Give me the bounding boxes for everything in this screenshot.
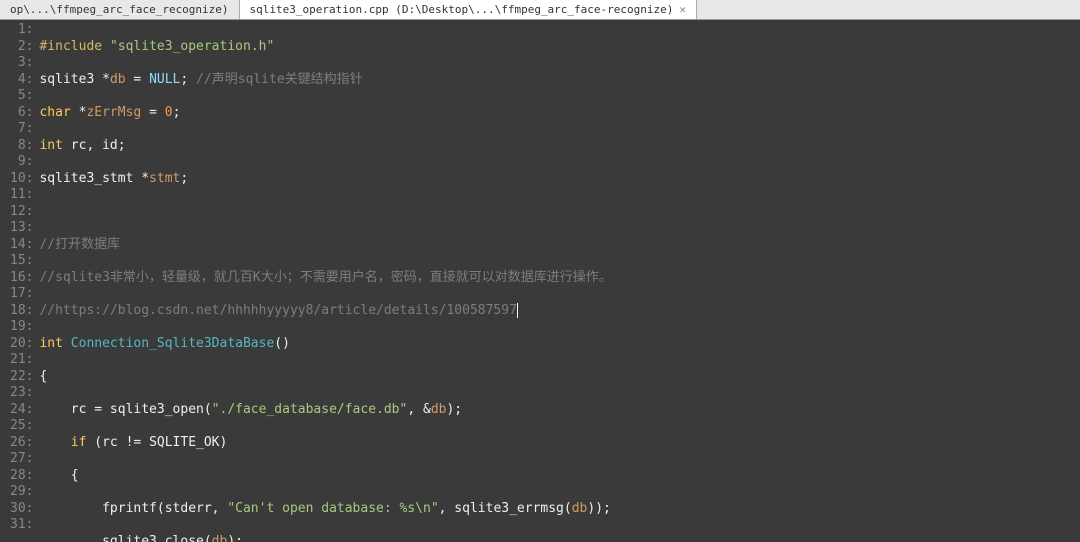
header-str: "sqlite3_operation.h" (110, 39, 274, 54)
tok: rc = sqlite3_open( (39, 402, 211, 417)
var: zErrMsg (86, 105, 141, 120)
comment: //打开数据库 (39, 237, 120, 252)
kw: if (71, 435, 87, 450)
tok: ; (180, 171, 188, 186)
tok: sqlite3 * (39, 72, 109, 87)
tab-inactive[interactable]: op\...\ffmpeg_arc_face_recognize) (0, 0, 240, 19)
tok: sqlite3_stmt * (39, 171, 149, 186)
tok: ; (173, 105, 181, 120)
num: 0 (165, 105, 173, 120)
brace: { (39, 369, 47, 384)
kw: int (39, 336, 62, 351)
text-cursor (517, 303, 518, 318)
tab-label: sqlite3_operation.cpp (D:\Desktop\...\ff… (250, 3, 674, 16)
tab-bar: op\...\ffmpeg_arc_face_recognize) sqlite… (0, 0, 1080, 20)
code-area[interactable]: #include "sqlite3_operation.h" sqlite3 *… (39, 20, 1080, 542)
comment: //https://blog.csdn.net/hhhhhyyyyy8/arti… (39, 303, 516, 318)
tok: ); (227, 534, 243, 542)
tok: (rc != SQLITE_OK) (86, 435, 227, 450)
var: db (431, 402, 447, 417)
tok: , & (407, 402, 430, 417)
null: NULL (149, 72, 180, 87)
tok: fprintf(stderr, (39, 501, 227, 516)
var: db (212, 534, 228, 542)
brace: { (39, 468, 78, 483)
var: stmt (149, 171, 180, 186)
tok: )); (587, 501, 610, 516)
comment: //sqlite3非常小，轻量级，就几百K大小；不需要用户名，密码，直接就可以对… (39, 270, 611, 285)
tok (39, 435, 70, 450)
tok: () (274, 336, 290, 351)
kw: int (39, 138, 62, 153)
comment: //声明sqlite关键结构指针 (196, 72, 363, 87)
tok: * (71, 105, 87, 120)
var: db (572, 501, 588, 516)
line-number-gutter: 1: 2: 3: 4: 5: 6: 7: 8: 9: 10: 11: 12: 1… (0, 20, 39, 542)
tok: ; (180, 72, 196, 87)
tok: ); (446, 402, 462, 417)
var: db (110, 72, 126, 87)
code-editor[interactable]: 1: 2: 3: 4: 5: 6: 7: 8: 9: 10: 11: 12: 1… (0, 20, 1080, 542)
kw: char (39, 105, 70, 120)
tok: = (126, 72, 149, 87)
tok: rc, id; (63, 138, 126, 153)
str: "Can't open database: %s\n" (227, 501, 438, 516)
preproc: #include (39, 39, 102, 54)
tok: = (141, 105, 164, 120)
tab-label: op\...\ffmpeg_arc_face_recognize) (10, 3, 229, 16)
tok: sqlite3_close( (39, 534, 211, 542)
str: "./face_database/face.db" (212, 402, 408, 417)
tab-active[interactable]: sqlite3_operation.cpp (D:\Desktop\...\ff… (240, 0, 697, 19)
close-icon[interactable]: ✕ (679, 3, 686, 16)
fn: Connection_Sqlite3DataBase (63, 336, 274, 351)
tok: , sqlite3_errmsg( (439, 501, 572, 516)
